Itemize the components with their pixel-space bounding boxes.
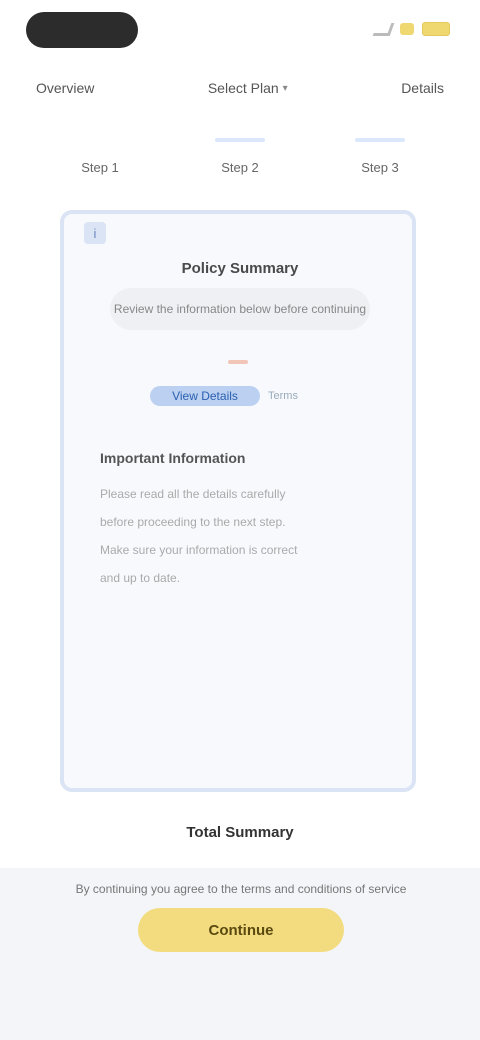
step-bar — [75, 138, 125, 142]
step-bar — [355, 138, 405, 142]
view-details-link[interactable]: View Details — [150, 386, 260, 406]
top-tabs: Overview Select Plan ▾ Details — [0, 70, 480, 106]
step-2[interactable]: Step 2 — [180, 128, 300, 175]
tab-label: Details — [401, 80, 444, 96]
signal-icon — [372, 22, 395, 36]
continue-button[interactable]: Continue — [138, 908, 344, 952]
tab-details[interactable]: Details — [401, 80, 444, 96]
card-title: Policy Summary — [181, 260, 299, 277]
step-bar — [215, 138, 265, 142]
status-bar — [0, 0, 480, 60]
details-link-group: View Details Terms — [150, 382, 330, 410]
status-icons — [372, 22, 450, 36]
card-subtitle: Review the information below before cont… — [110, 288, 370, 330]
paragraph-line: Please read all the details carefully — [100, 487, 286, 501]
step-label: Step 2 — [221, 160, 259, 175]
step-3[interactable]: Step 3 — [320, 128, 440, 175]
terms-text: By continuing you agree to the terms and… — [75, 882, 407, 896]
wifi-icon — [400, 23, 414, 35]
info-paragraph: Please read all the details carefully be… — [100, 480, 360, 592]
footer-title: Total Summary — [186, 824, 294, 841]
tab-label: Overview — [36, 80, 95, 96]
tab-select-plan[interactable]: Select Plan ▾ — [208, 80, 288, 96]
paragraph-line: and up to date. — [100, 571, 181, 585]
step-indicator: Step 1 Step 2 Step 3 — [0, 128, 480, 198]
status-pill — [26, 12, 138, 48]
accent-divider — [228, 360, 248, 364]
section-title: Important Information — [100, 450, 246, 466]
paragraph-line: before proceeding to the next step. — [100, 515, 286, 529]
step-label: Step 3 — [361, 160, 399, 175]
terms-link[interactable]: Terms — [268, 390, 298, 402]
info-icon[interactable]: i — [84, 222, 106, 244]
step-1[interactable]: Step 1 — [40, 128, 160, 175]
step-label: Step 1 — [81, 160, 119, 175]
chevron-down-icon: ▾ — [282, 82, 288, 94]
tab-overview[interactable]: Overview — [36, 80, 94, 96]
tab-label: Select Plan — [207, 80, 279, 96]
battery-icon — [422, 22, 450, 36]
paragraph-line: Make sure your information is correct — [100, 543, 298, 557]
